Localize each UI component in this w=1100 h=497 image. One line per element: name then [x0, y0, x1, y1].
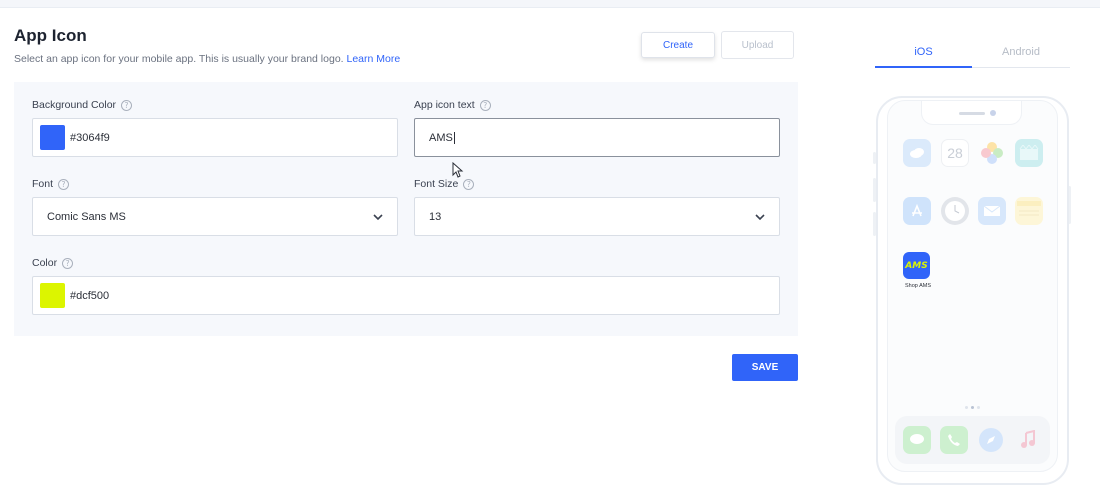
page-dot: [977, 406, 980, 409]
photos-app-icon: [978, 139, 1006, 167]
color-swatch[interactable]: [40, 283, 65, 308]
calendar-app-icon: 28: [941, 139, 969, 167]
font-label: Font ?: [32, 178, 70, 190]
clock-app-icon: [941, 197, 969, 225]
font-size-select[interactable]: 13: [414, 197, 780, 236]
color-label-text: Color: [32, 257, 58, 269]
safari-app-icon: [977, 426, 1005, 454]
help-icon[interactable]: ?: [62, 257, 74, 269]
color-field[interactable]: #dcf500: [32, 276, 780, 315]
phone-camera: [990, 110, 996, 116]
background-color-swatch[interactable]: [40, 125, 65, 150]
page-dot: [971, 406, 974, 409]
page-dot: [965, 406, 968, 409]
app-store-icon: [903, 197, 931, 225]
create-button[interactable]: Create: [641, 32, 715, 58]
top-strip: [0, 0, 1100, 8]
app-icon-text-input[interactable]: AMS: [414, 118, 780, 157]
tab-ios[interactable]: iOS: [875, 46, 972, 58]
save-button[interactable]: SAVE: [732, 354, 798, 381]
font-size-label-text: Font Size: [414, 178, 459, 190]
background-color-value: #3064f9: [70, 131, 110, 144]
notes-app-icon: [1015, 197, 1043, 225]
chevron-down-icon: [373, 213, 383, 220]
mouse-cursor-icon: [452, 162, 464, 178]
app-icon-text-value: AMS: [429, 131, 453, 144]
help-icon[interactable]: ?: [58, 178, 70, 190]
music-app-icon: [1014, 426, 1042, 454]
font-label-text: Font: [32, 178, 54, 190]
chevron-down-icon: [755, 213, 765, 220]
font-size-label: Font Size ?: [414, 178, 475, 190]
generated-app-icon-text: AMS: [905, 260, 928, 271]
background-color-label-text: Background Color: [32, 99, 117, 111]
phone-app-icon: [940, 426, 968, 454]
upload-button[interactable]: Upload: [721, 31, 794, 59]
tab-android[interactable]: Android: [972, 46, 1070, 58]
help-icon[interactable]: ?: [479, 99, 491, 111]
text-caret: [453, 131, 455, 144]
generated-app-label: Shop AMS: [905, 283, 931, 289]
color-value: #dcf500: [70, 289, 110, 302]
help-icon[interactable]: ?: [463, 178, 475, 190]
app-icon-text-label: App icon text ?: [414, 99, 491, 111]
phone-speaker: [959, 112, 985, 115]
font-select[interactable]: Comic Sans MS: [32, 197, 398, 236]
page-title: App Icon: [14, 26, 87, 45]
subtitle-text: Select an app icon for your mobile app. …: [14, 53, 344, 65]
messages-app-icon: [903, 426, 931, 454]
mail-app-icon: [978, 197, 1006, 225]
font-size-select-value: 13: [429, 210, 442, 223]
tab-active-indicator: [875, 66, 972, 68]
learn-more-link[interactable]: Learn More: [347, 53, 401, 65]
calendar-day: 28: [947, 145, 963, 161]
page-subtitle: Select an app icon for your mobile app. …: [14, 53, 400, 65]
font-select-value: Comic Sans MS: [47, 210, 126, 223]
background-color-field[interactable]: #3064f9: [32, 118, 398, 157]
help-icon[interactable]: ?: [121, 99, 133, 111]
page-indicator: [965, 406, 980, 409]
generated-app-icon: AMS: [903, 252, 930, 279]
clips-app-icon: [1015, 139, 1043, 167]
weather-app-icon: [903, 139, 931, 167]
background-color-label: Background Color ?: [32, 99, 133, 111]
app-icon-text-label-text: App icon text: [414, 99, 475, 111]
color-label: Color ?: [32, 257, 74, 269]
